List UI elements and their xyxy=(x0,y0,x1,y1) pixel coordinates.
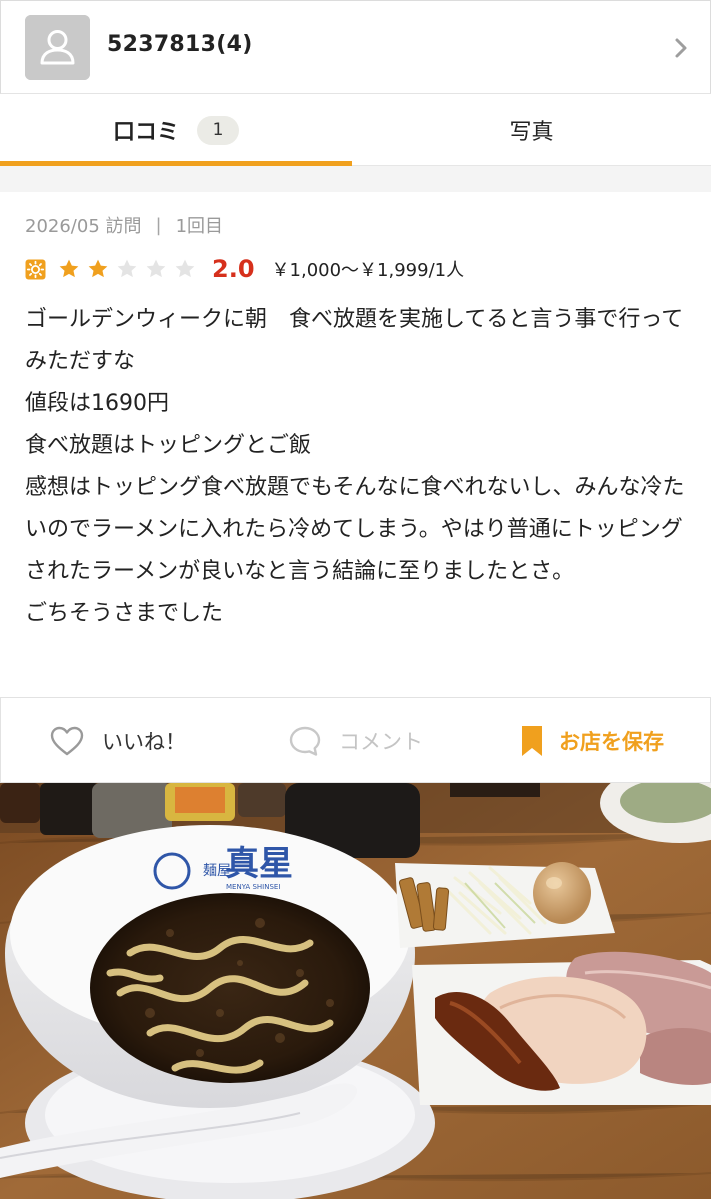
star-empty-icon xyxy=(175,259,195,278)
review-text: ゴールデンウィークに朝 食べ放題を実施してると言う事で行ってみただすな 値段は1… xyxy=(25,299,690,635)
like-button[interactable]: いいね！ xyxy=(49,698,186,784)
star-filled-icon xyxy=(88,259,108,278)
review-count-badge: 1 xyxy=(197,115,239,145)
star-empty-icon xyxy=(117,259,137,278)
comment-button[interactable]: コメント xyxy=(288,698,423,784)
save-restaurant-button[interactable]: お店を保存 xyxy=(519,698,664,784)
rating-value: 2.0 xyxy=(212,255,255,283)
visit-count: 1回目 xyxy=(175,216,224,237)
action-bar: いいね！ コメント お店を保存 xyxy=(0,697,711,783)
rating-row: 2.0 ￥1,000～￥1,999/1人 xyxy=(25,254,464,284)
star-empty-icon xyxy=(146,259,166,278)
heart-icon xyxy=(50,726,84,756)
star-filled-icon xyxy=(59,259,79,278)
avatar xyxy=(25,15,90,80)
review-card: 2026/05 訪問 | 1回目 2.0 ￥1,000～￥1,999/1人 ゴー… xyxy=(0,192,711,697)
visit-separator: | xyxy=(155,214,162,236)
review-paragraph: 値段は1690円 xyxy=(25,391,169,416)
daytime-sun-icon xyxy=(25,259,46,279)
tab-photos[interactable]: 写真 xyxy=(352,94,711,166)
review-paragraph: ごちそうさまでした xyxy=(25,601,224,626)
speech-bubble-icon xyxy=(289,726,321,756)
tab-photos-label: 写真 xyxy=(509,119,554,145)
visit-info: 2026/05 訪問 | 1回目 xyxy=(25,212,223,238)
rating-stars xyxy=(58,258,203,280)
user-name: 5237813(4) xyxy=(107,32,253,57)
visit-date: 2026/05 訪問 xyxy=(25,216,142,237)
price-range: ￥1,000～￥1,999/1人 xyxy=(271,260,465,281)
tab-reviews-label: 口コミ xyxy=(112,120,179,145)
ramen-photo-illustration: 麺屋 真星 MENYA SHINSEI xyxy=(0,783,711,1199)
like-label: いいね！ xyxy=(102,730,186,754)
bowl-brand-main: 真星 xyxy=(225,844,293,884)
comment-label: コメント xyxy=(339,730,423,754)
bookmark-icon xyxy=(522,726,542,756)
tab-bar: 口コミ 1 写真 xyxy=(0,94,711,166)
review-paragraph: ゴールデンウィークに朝 食べ放題を実施してると言う事で行ってみただすな xyxy=(25,307,684,374)
review-paragraph: 感想はトッピング食べ放題でもそんなに食べれないし、みんな冷たいのでラーメンに入れ… xyxy=(25,475,685,584)
chevron-right-icon[interactable] xyxy=(672,35,690,61)
review-paragraph: 食べ放題はトッピングとご飯 xyxy=(25,433,312,458)
user-header[interactable]: 5237813(4) xyxy=(0,0,711,94)
section-divider xyxy=(0,166,711,192)
bowl-brand-roman: MENYA SHINSEI xyxy=(226,883,280,891)
user-placeholder-icon xyxy=(25,15,90,80)
tab-reviews[interactable]: 口コミ 1 xyxy=(0,94,352,166)
save-label: お店を保存 xyxy=(559,730,664,754)
review-photo[interactable]: 麺屋 真星 MENYA SHINSEI xyxy=(0,783,711,1199)
